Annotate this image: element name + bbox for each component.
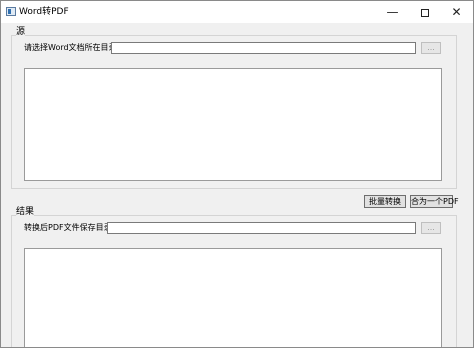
merge-pdf-button[interactable]: 合为一个PDF: [410, 195, 459, 208]
minimize-button[interactable]: —: [377, 1, 408, 23]
source-dir-label: 请选择Word文档所在目录：: [24, 43, 125, 52]
result-browse-button[interactable]: ...: [421, 222, 441, 234]
batch-convert-button[interactable]: 批量转换: [364, 195, 406, 208]
source-dir-input[interactable]: [111, 42, 416, 54]
window-title: Word转PDF: [19, 7, 69, 17]
title-bar: Word转PDF — ✕: [1, 1, 473, 23]
app-icon: [6, 7, 16, 16]
maximize-icon: [420, 8, 429, 17]
source-group-label: 源: [16, 27, 26, 38]
result-dir-input[interactable]: [107, 222, 416, 234]
source-file-list[interactable]: [24, 68, 442, 181]
result-dir-label: 转换后PDF文件保存目录：: [24, 223, 120, 232]
app-window: Word转PDF — ✕ 源 请选择Word文档所在目录： ... 批量转换 合…: [0, 0, 474, 348]
result-file-list[interactable]: [24, 248, 442, 347]
close-button[interactable]: ✕: [441, 1, 472, 23]
maximize-button[interactable]: [409, 1, 440, 23]
source-browse-button[interactable]: ...: [421, 42, 441, 54]
result-group-label: 结果: [16, 207, 35, 218]
